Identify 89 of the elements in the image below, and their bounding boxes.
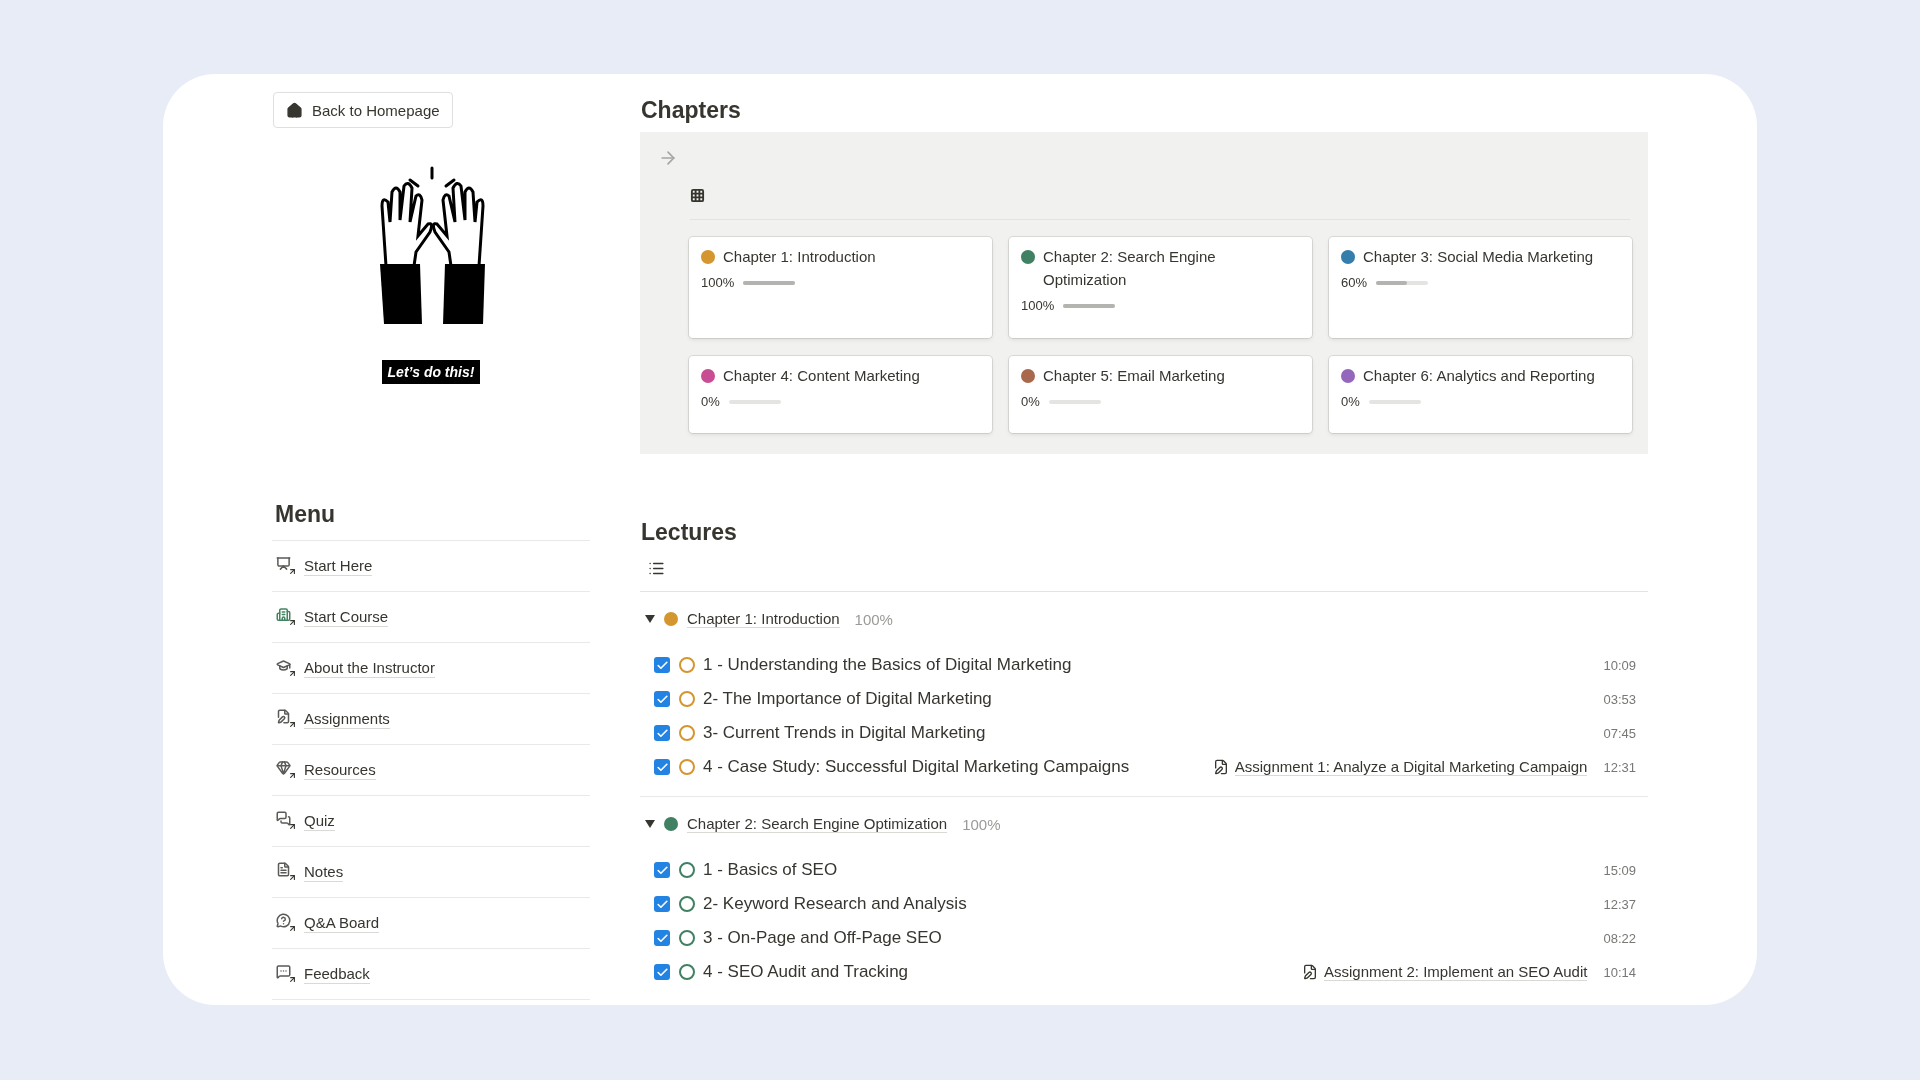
group-title[interactable]: Chapter 2: Search Engine Optimization <box>687 815 948 833</box>
menu-item[interactable]: Notes <box>272 847 590 898</box>
assignment-link[interactable]: Assignment 1: Analyze a Digital Marketing Campaign <box>1212 758 1588 776</box>
lecture-title: 4 - SEO Audit and Tracking <box>703 962 909 982</box>
circle-icon <box>679 930 695 946</box>
lecture-row[interactable]: 3 - On-Page and Off-Page SEO 08:22 <box>640 921 1648 955</box>
chapter-title: Chapter 2: Search Engine Optimization <box>1043 247 1217 290</box>
group-title[interactable]: Chapter 1: Introduction <box>687 610 840 628</box>
checkbox[interactable] <box>654 930 670 946</box>
checkbox[interactable] <box>654 759 670 775</box>
lecture-duration: 15:09 <box>1603 862 1636 878</box>
progress-percent: 100% <box>701 275 735 290</box>
grid-view-icon[interactable] <box>690 188 705 203</box>
chapter-card[interactable]: Chapter 3: Social Media Marketing 60% <box>1329 237 1632 338</box>
circle-icon <box>679 759 695 775</box>
lecture-title: 2- Keyword Research and Analysis <box>703 894 967 914</box>
lecture-duration: 12:37 <box>1603 896 1636 912</box>
menu-item[interactable]: Resources <box>272 745 590 796</box>
lecture-row[interactable]: 2- The Importance of Digital Marketing 03:53 <box>640 682 1648 716</box>
lecture-row[interactable]: 4 - SEO Audit and Tracking Assignment 2: Implement an SEO Audit 10:14 <box>640 955 1648 989</box>
lecture-duration: 07:45 <box>1603 725 1636 741</box>
graduation-cap-icon <box>276 658 298 678</box>
checkbox[interactable] <box>654 964 670 980</box>
chapter-title: Chapter 1: Introduction <box>723 247 876 267</box>
chapter-card[interactable]: Chapter 4: Content Marketing 0% <box>689 356 992 433</box>
home-icon <box>286 101 303 119</box>
checkbox[interactable] <box>654 691 670 707</box>
circle-icon <box>679 691 695 707</box>
progress-percent: 60% <box>1341 275 1368 290</box>
group-percent: 100% <box>962 815 1001 833</box>
lecture-duration: 12:31 <box>1603 759 1636 775</box>
circle-icon <box>679 657 695 673</box>
banner-label: Let’s do this! <box>381 360 481 384</box>
group-percent: 100% <box>854 610 893 628</box>
menu-item[interactable]: Feedback <box>272 949 590 1000</box>
lecture-row[interactable]: 1 - Basics of SEO 15:09 <box>640 853 1648 887</box>
lecture-title: 3- Current Trends in Digital Marketing <box>703 723 986 743</box>
chapter-title: Chapter 4: Content Marketing <box>723 366 920 386</box>
building-icon <box>276 607 298 627</box>
chapter-card[interactable]: Chapter 2: Search Engine Optimization 100% <box>1009 237 1312 338</box>
menu-item[interactable]: Start Course <box>272 592 590 643</box>
progress-percent: 0% <box>701 394 720 409</box>
gem-icon <box>276 760 298 780</box>
chapter-title: Chapter 6: Analytics and Reporting <box>1363 366 1595 386</box>
circle-icon <box>679 964 695 980</box>
progress-percent: 0% <box>1021 394 1040 409</box>
chapter-title: Chapter 3: Social Media Marketing <box>1363 247 1594 267</box>
presentation-icon <box>276 556 298 576</box>
lecture-duration: 08:22 <box>1603 930 1636 946</box>
assignment-link[interactable]: Assignment 2: Implement an SEO Audit <box>1302 963 1588 981</box>
chapter-title: Chapter 5: Email Marketing <box>1043 366 1225 386</box>
back-to-homepage-button[interactable]: Back to Homepage <box>273 92 453 128</box>
lecture-row[interactable]: 1 - Understanding the Basics of Digital Marketing 10:09 <box>640 648 1648 682</box>
progress-percent: 100% <box>1021 298 1055 313</box>
lecture-title: 3 - On-Page and Off-Page SEO <box>703 928 942 948</box>
lecture-title: 4 - Case Study: Successful Digital Marketing Campaigns <box>703 757 1130 777</box>
menu-item[interactable]: Quiz <box>272 796 590 847</box>
lecture-title: 1 - Basics of SEO <box>703 860 838 880</box>
circle-icon <box>679 862 695 878</box>
chapters-heading: Chapters <box>641 97 742 124</box>
menu-heading: Menu <box>275 501 337 528</box>
checkbox[interactable] <box>654 896 670 912</box>
circle-icon <box>679 725 695 741</box>
chapter-card[interactable]: Chapter 1: Introduction 100% <box>689 237 992 338</box>
toggle-triangle-icon[interactable] <box>645 615 655 623</box>
lecture-title: 2- The Importance of Digital Marketing <box>703 689 992 709</box>
lectures-heading: Lectures <box>641 519 738 546</box>
checkbox[interactable] <box>654 862 670 878</box>
lecture-row[interactable]: 4 - Case Study: Successful Digital Marketing Campaigns Assignment 1: Analyze a Digital Marketing Campaign 12:31 <box>640 750 1648 784</box>
checkbox[interactable] <box>654 657 670 673</box>
chapter-card[interactable]: Chapter 6: Analytics and Reporting 0% <box>1329 356 1632 433</box>
list-view-icon[interactable] <box>648 560 665 577</box>
lecture-row[interactable]: 2- Keyword Research and Analysis 12:37 <box>640 887 1648 921</box>
menu-item[interactable]: Assignments <box>272 694 590 745</box>
document-icon <box>276 862 298 882</box>
lecture-duration: 10:09 <box>1603 657 1636 673</box>
menu-item[interactable]: Start Here <box>272 541 590 592</box>
lecture-title: 1 - Understanding the Basics of Digital Marketing <box>703 655 1072 675</box>
toggle-triangle-icon[interactable] <box>645 820 655 828</box>
lecture-row[interactable]: 3- Current Trends in Digital Marketing 07:45 <box>640 716 1648 750</box>
menu-item[interactable]: Q&A Board <box>272 898 590 949</box>
circle-icon <box>679 896 695 912</box>
progress-percent: 0% <box>1341 394 1360 409</box>
lecture-duration: 10:14 <box>1603 964 1636 980</box>
question-bubble-icon <box>276 913 298 933</box>
lecture-duration: 03:53 <box>1603 691 1636 707</box>
chapter-card[interactable]: Chapter 5: Email Marketing 0% <box>1009 356 1312 433</box>
menu-item[interactable]: About the Instructor <box>272 643 590 694</box>
checkbox[interactable] <box>654 725 670 741</box>
